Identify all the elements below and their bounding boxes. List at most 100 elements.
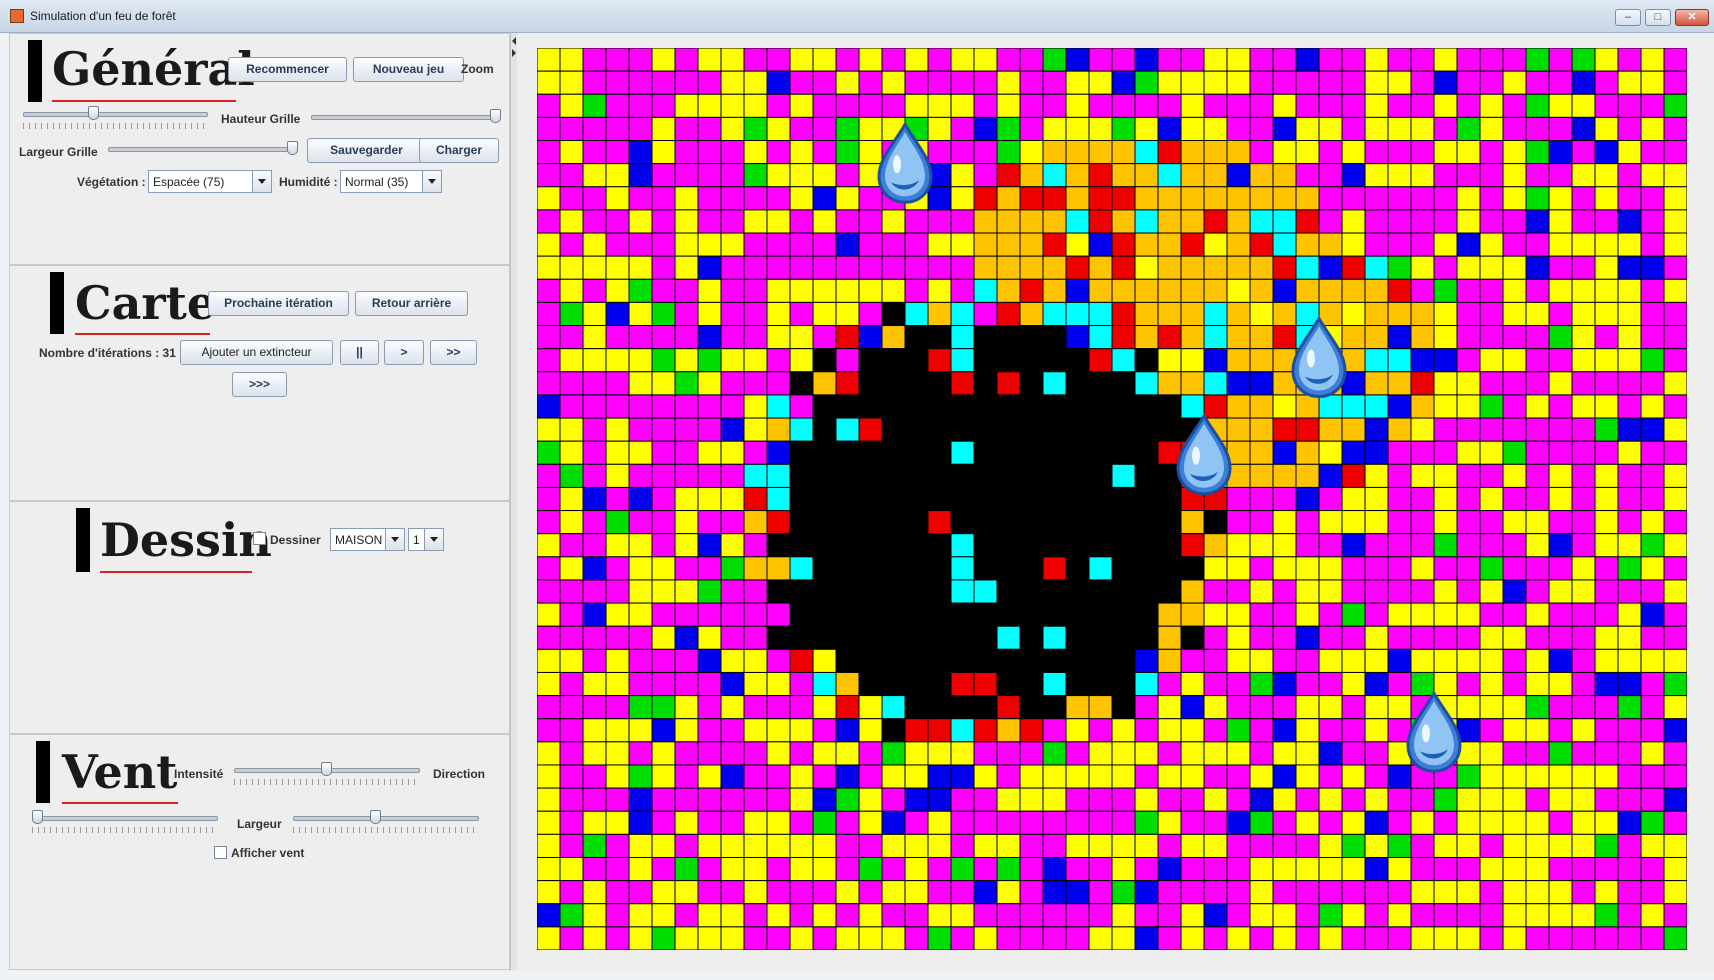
grid-cell[interactable] [1157, 671, 1182, 697]
grid-cell[interactable] [1617, 510, 1642, 535]
grid-cell[interactable] [858, 510, 883, 535]
grid-cell[interactable] [1410, 163, 1435, 188]
grid-cell[interactable] [1341, 926, 1366, 950]
grid-cell[interactable] [537, 463, 561, 488]
grid-cell[interactable] [1341, 463, 1366, 488]
grid-cell[interactable] [537, 787, 561, 812]
grid-cell[interactable] [1249, 718, 1274, 743]
grid-cell[interactable] [1663, 741, 1687, 766]
grid-cell[interactable] [1249, 533, 1274, 558]
grid-cell[interactable] [881, 486, 906, 512]
grid-cell[interactable] [1456, 648, 1481, 673]
grid-cell[interactable] [1341, 718, 1366, 743]
grid-cell[interactable] [1364, 926, 1389, 950]
grid-cell[interactable] [1571, 671, 1596, 697]
grid-cell[interactable] [1548, 140, 1573, 165]
grid-cell[interactable] [1387, 764, 1412, 789]
grid-cell[interactable] [1065, 602, 1090, 627]
grid-cell[interactable] [582, 371, 607, 396]
grid-cell[interactable] [1088, 301, 1113, 327]
slider-thumb[interactable] [287, 141, 298, 155]
grid-cell[interactable] [605, 648, 630, 673]
grid-cell[interactable] [950, 463, 975, 488]
grid-cell[interactable] [537, 833, 561, 858]
grid-cell[interactable] [904, 602, 929, 627]
grid-cell[interactable] [537, 325, 561, 350]
grid-cell[interactable] [1387, 810, 1412, 835]
grid-cell[interactable] [1272, 70, 1297, 95]
slider-thumb[interactable] [321, 762, 332, 776]
grid-cell[interactable] [605, 394, 630, 419]
grid-cell[interactable] [697, 348, 722, 373]
grid-cell[interactable] [1640, 787, 1665, 812]
grid-cell[interactable] [1226, 48, 1251, 72]
grid-cell[interactable] [1042, 232, 1067, 257]
grid-cell[interactable] [720, 833, 745, 858]
grid-cell[interactable] [1341, 671, 1366, 697]
grid-cell[interactable] [1387, 232, 1412, 257]
grid-cell[interactable] [1502, 741, 1527, 766]
grid-cell[interactable] [1295, 255, 1320, 280]
grid-width-slider[interactable] [108, 141, 298, 159]
grid-cell[interactable] [996, 486, 1021, 512]
grid-cell[interactable] [1525, 718, 1550, 743]
grid-cell[interactable] [743, 648, 768, 673]
grid-cell[interactable] [1341, 440, 1366, 465]
grid-cell[interactable] [1548, 301, 1573, 327]
grid-cell[interactable] [1157, 556, 1182, 581]
grid-cell[interactable] [1548, 648, 1573, 673]
grid-cell[interactable] [1019, 533, 1044, 558]
grid-cell[interactable] [1502, 301, 1527, 327]
grid-cell[interactable] [927, 48, 952, 72]
grid-cell[interactable] [1456, 856, 1481, 882]
grid-cell[interactable] [1479, 880, 1504, 905]
grid-cell[interactable] [904, 533, 929, 558]
grid-cell[interactable] [996, 48, 1021, 72]
grid-cell[interactable] [858, 371, 883, 396]
grid-cell[interactable] [1111, 209, 1136, 234]
grid-cell[interactable] [789, 718, 814, 743]
grid-cell[interactable] [605, 602, 630, 627]
grid-cell[interactable] [927, 880, 952, 905]
grid-cell[interactable] [1663, 695, 1687, 720]
grid-cell[interactable] [904, 671, 929, 697]
grid-cell[interactable] [1571, 116, 1596, 142]
grid-cell[interactable] [1525, 325, 1550, 350]
grid-cell[interactable] [743, 926, 768, 950]
grid-cell[interactable] [1088, 371, 1113, 396]
grid-cell[interactable] [1249, 93, 1274, 118]
grid-cell[interactable] [1571, 787, 1596, 812]
grid-cell[interactable] [1249, 510, 1274, 535]
grid-cell[interactable] [1111, 671, 1136, 697]
draw-checkbox[interactable] [253, 532, 266, 545]
grid-cell[interactable] [1548, 856, 1573, 882]
grid-cell[interactable] [674, 116, 699, 142]
grid-cell[interactable] [1364, 533, 1389, 558]
grid-cell[interactable] [789, 579, 814, 604]
grid-cell[interactable] [720, 695, 745, 720]
grid-cell[interactable] [743, 579, 768, 604]
grid-cell[interactable] [835, 371, 860, 396]
grid-cell[interactable] [1226, 394, 1251, 419]
grid-cell[interactable] [1249, 556, 1274, 581]
grid-cell[interactable] [1617, 93, 1642, 118]
grid-cell[interactable] [651, 533, 676, 558]
grid-cell[interactable] [1203, 301, 1228, 327]
grid-cell[interactable] [1134, 926, 1159, 950]
grid-cell[interactable] [1318, 394, 1343, 419]
grid-cell[interactable] [1134, 741, 1159, 766]
grid-cell[interactable] [1318, 856, 1343, 882]
grid-cell[interactable] [1111, 556, 1136, 581]
grid-cell[interactable] [766, 741, 791, 766]
grid-cell[interactable] [537, 371, 561, 396]
grid-cell[interactable] [537, 486, 561, 512]
grid-cell[interactable] [835, 325, 860, 350]
grid-cell[interactable] [1410, 70, 1435, 95]
grid-cell[interactable] [1571, 417, 1596, 442]
grid-cell[interactable] [789, 671, 814, 697]
grid-cell[interactable] [1042, 718, 1067, 743]
grid-cell[interactable] [1548, 741, 1573, 766]
grid-cell[interactable] [1433, 926, 1458, 950]
grid-cell[interactable] [1111, 833, 1136, 858]
grid-cell[interactable] [1065, 48, 1090, 72]
